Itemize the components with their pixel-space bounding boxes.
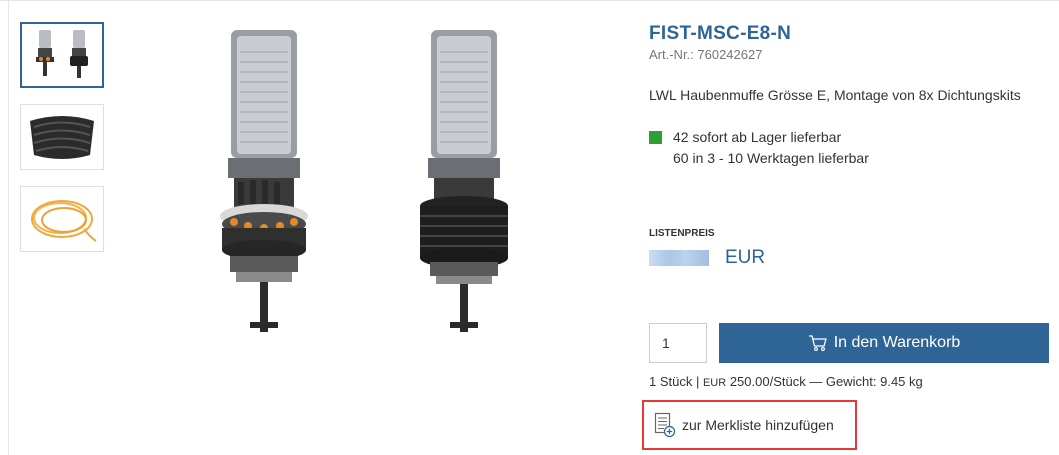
seal-kit-thumbnail-image (30, 116, 94, 159)
closure-pair-thumbnail-image (36, 30, 88, 78)
product-description: LWL Haubenmuffe Grösse E, Montage von 8x… (649, 87, 1021, 103)
thumbnail-product-pair[interactable] (20, 22, 104, 88)
add-to-cart-label: In den Warenkorb (833, 334, 961, 351)
orange-cable-thumbnail-image (31, 200, 97, 242)
price-currency: EUR (725, 247, 766, 268)
unit-price-currency: EUR (702, 377, 727, 389)
add-to-wishlist-button[interactable]: zur Merkliste hinzufügen (642, 400, 857, 450)
closure-right (420, 30, 508, 332)
unit-price-prefix: 1 Stück | (649, 374, 703, 389)
stock-available-later: 60 in 3 - 10 Werktagen lieferbar (673, 150, 869, 166)
wishlist-add-icon (654, 412, 676, 438)
list-price-label: LISTENPREIS (649, 228, 715, 239)
thumbnail-list (20, 22, 108, 268)
add-to-cart-button[interactable]: In den Warenkorb (719, 323, 1049, 363)
thumbnail-orange-cable[interactable] (20, 186, 104, 252)
unit-price-suffix: 250.00/Stück — Gewicht: 9.45 kg (726, 374, 923, 389)
article-number: Art.-Nr.: 760242627 (649, 47, 763, 62)
unit-price-info: 1 Stück | EUR 250.00/Stück — Gewicht: 9.… (649, 374, 923, 389)
wishlist-label: zur Merkliste hinzufügen (682, 417, 834, 433)
stock-info: 42 sofort ab Lager lieferbar 60 in 3 - 1… (649, 127, 1049, 169)
closure-left (220, 30, 308, 332)
stock-available-icon (649, 131, 662, 144)
fiber-closure-product-image (220, 30, 508, 332)
cart-icon (808, 335, 827, 351)
price-row: EUR (649, 247, 765, 269)
quantity-input[interactable] (649, 323, 707, 363)
main-product-image[interactable] (200, 22, 530, 352)
top-divider (0, 0, 1059, 1)
thumbnail-seal-kit[interactable] (20, 104, 104, 170)
price-value-redacted (649, 250, 709, 266)
product-title: FIST-MSC-E8-N (649, 23, 792, 44)
left-divider (8, 0, 9, 455)
stock-available-now: 42 sofort ab Lager lieferbar (673, 129, 842, 145)
product-info: FIST-MSC-E8-N Art.-Nr.: 760242627 LWL Ha… (649, 22, 1049, 169)
